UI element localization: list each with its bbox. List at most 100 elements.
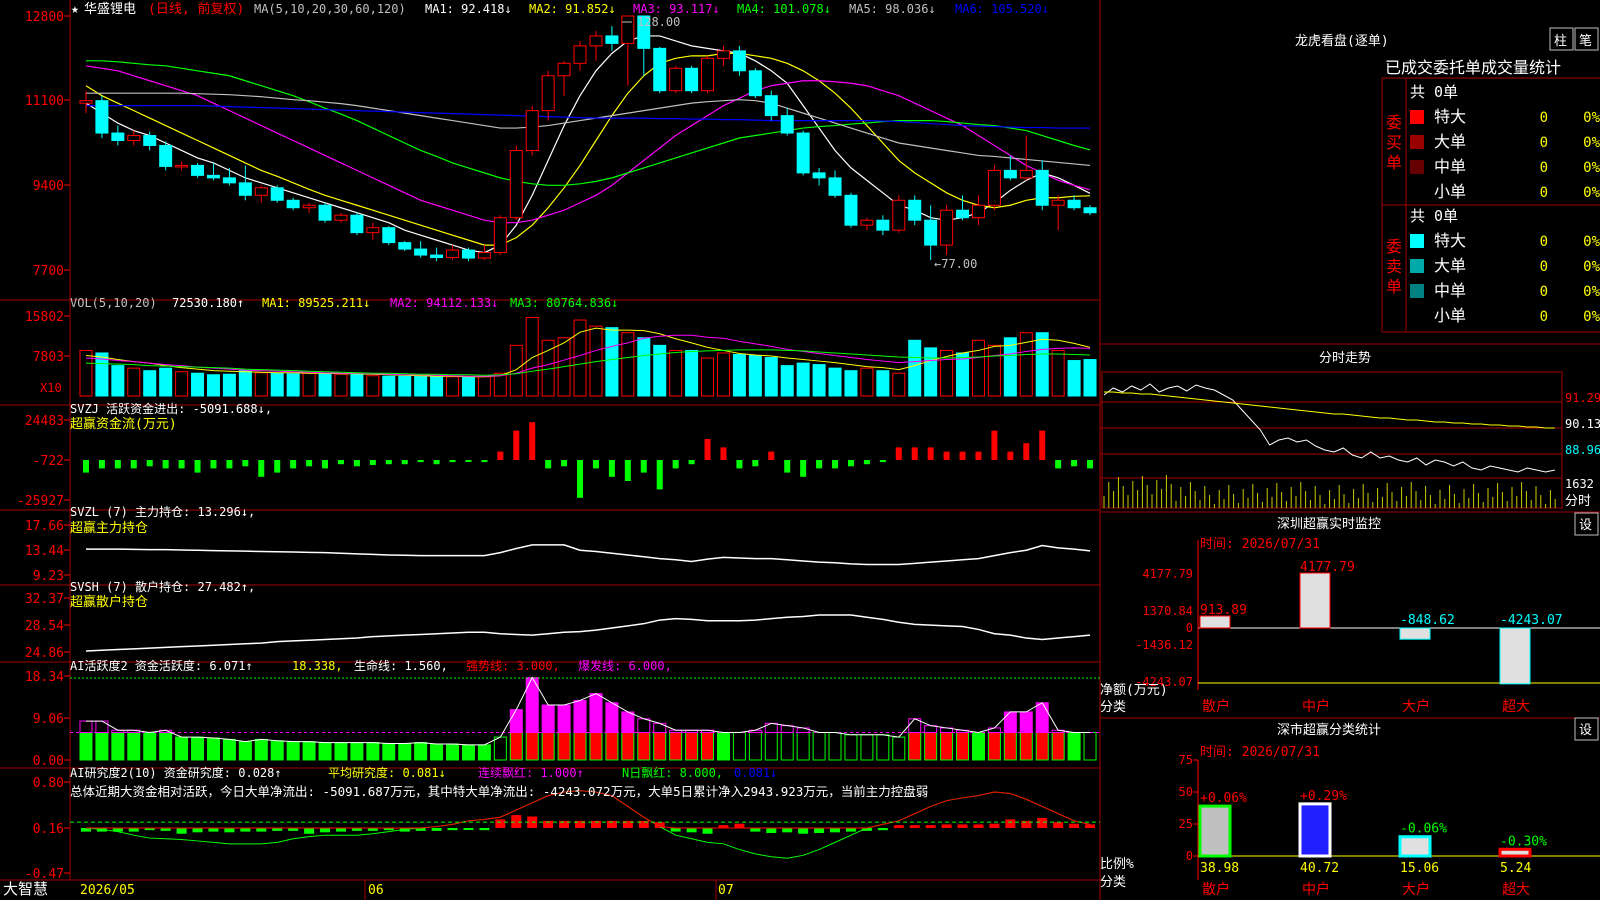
- activity-bar[interactable]: [828, 732, 842, 761]
- realtime-bar[interactable]: [1399, 627, 1431, 640]
- candle-body[interactable]: [191, 164, 205, 176]
- volume-bar[interactable]: [493, 372, 507, 397]
- flow-bar[interactable]: [98, 460, 105, 469]
- research-bar[interactable]: [798, 828, 809, 834]
- research-bar[interactable]: [511, 815, 522, 828]
- candle-body[interactable]: [701, 57, 715, 92]
- candle-body[interactable]: [748, 70, 762, 97]
- activity-bar[interactable]: [541, 732, 555, 761]
- research-bar[interactable]: [957, 824, 968, 828]
- volume-bar[interactable]: [669, 349, 683, 397]
- flow-bar[interactable]: [369, 460, 376, 466]
- volume-bar[interactable]: [1051, 349, 1065, 397]
- volume-bar[interactable]: [206, 374, 220, 397]
- volume-bar[interactable]: [796, 362, 810, 397]
- flow-bar[interactable]: [832, 460, 839, 469]
- flow-bar[interactable]: [704, 439, 711, 460]
- candle-body[interactable]: [908, 199, 922, 221]
- flow-bar[interactable]: [385, 460, 392, 465]
- flow-bar[interactable]: [943, 451, 950, 460]
- flow-bar[interactable]: [577, 460, 584, 498]
- candle-body[interactable]: [175, 164, 189, 168]
- volume-bar[interactable]: [748, 354, 762, 397]
- volume-bar[interactable]: [366, 375, 380, 397]
- volume-bar[interactable]: [461, 376, 475, 397]
- candle-body[interactable]: [382, 227, 396, 244]
- activity-bar[interactable]: [79, 732, 93, 761]
- candle-body[interactable]: [956, 209, 970, 219]
- candle-body[interactable]: [780, 115, 794, 134]
- flow-bar[interactable]: [306, 460, 313, 467]
- activity-bar[interactable]: [940, 732, 954, 761]
- activity-bar[interactable]: [1051, 732, 1065, 761]
- flow-bar[interactable]: [465, 460, 472, 462]
- activity-bar[interactable]: [844, 734, 858, 761]
- flow-bar[interactable]: [863, 460, 870, 465]
- activity-bar[interactable]: [1035, 732, 1049, 761]
- candle-body[interactable]: [796, 132, 810, 174]
- research-bar[interactable]: [256, 828, 267, 832]
- flow-bar[interactable]: [82, 460, 89, 473]
- research-bar[interactable]: [814, 828, 825, 834]
- research-bar[interactable]: [463, 828, 474, 830]
- flow-bar[interactable]: [656, 460, 663, 490]
- activity-bar[interactable]: [1003, 732, 1017, 761]
- research-bar[interactable]: [335, 828, 346, 832]
- activity-bar[interactable]: [191, 736, 205, 761]
- candle-body[interactable]: [143, 135, 157, 146]
- flow-bar[interactable]: [1007, 451, 1014, 460]
- candle-body[interactable]: [414, 248, 428, 256]
- activity-bar-top[interactable]: [637, 718, 651, 734]
- flow-bar[interactable]: [529, 422, 536, 460]
- research-bar[interactable]: [670, 828, 681, 832]
- activity-bar-top[interactable]: [1035, 702, 1049, 734]
- volume-bar[interactable]: [143, 370, 157, 397]
- volume-bar[interactable]: [621, 332, 635, 397]
- candle-body[interactable]: [222, 177, 236, 184]
- flow-bar[interactable]: [210, 460, 217, 469]
- flow-bar[interactable]: [688, 460, 695, 465]
- candle-body[interactable]: [589, 35, 603, 47]
- activity-bar-top[interactable]: [541, 704, 555, 734]
- activity-bar[interactable]: [637, 732, 651, 761]
- activity-bar-top[interactable]: [621, 711, 635, 734]
- activity-bar[interactable]: [621, 732, 635, 761]
- flow-bar[interactable]: [561, 460, 568, 467]
- activity-bar[interactable]: [780, 732, 794, 761]
- flow-bar[interactable]: [624, 460, 631, 481]
- activity-bar[interactable]: [573, 732, 587, 761]
- candle-body[interactable]: [446, 249, 460, 259]
- flow-bar[interactable]: [417, 460, 424, 463]
- volume-bar[interactable]: [764, 357, 778, 397]
- flow-bar[interactable]: [672, 460, 679, 469]
- activity-bar[interactable]: [175, 736, 189, 761]
- category-bar[interactable]: [1398, 835, 1432, 858]
- volume-bar[interactable]: [382, 375, 396, 397]
- activity-bar[interactable]: [446, 743, 460, 761]
- candle-body[interactable]: [892, 199, 906, 231]
- flow-bar[interactable]: [911, 447, 918, 460]
- activity-bar[interactable]: [956, 732, 970, 761]
- activity-bar[interactable]: [382, 743, 396, 761]
- flow-bar[interactable]: [433, 460, 440, 465]
- flow-bar[interactable]: [640, 460, 647, 473]
- activity-bar-top[interactable]: [79, 720, 93, 734]
- candle-body[interactable]: [159, 144, 173, 167]
- candle-body[interactable]: [669, 67, 683, 92]
- activity-bar[interactable]: [477, 744, 491, 761]
- volume-bar[interactable]: [254, 372, 268, 397]
- activity-bar[interactable]: [987, 732, 1001, 761]
- research-bar[interactable]: [782, 828, 793, 833]
- candle-body[interactable]: [509, 149, 523, 219]
- research-bar[interactable]: [431, 828, 442, 831]
- flow-bar[interactable]: [449, 460, 456, 463]
- activity-bar[interactable]: [461, 744, 475, 761]
- activity-bar[interactable]: [685, 732, 699, 761]
- flow-bar[interactable]: [1039, 430, 1046, 460]
- candle-body[interactable]: [812, 172, 826, 179]
- flow-bar[interactable]: [242, 460, 249, 467]
- volume-bar[interactable]: [318, 373, 332, 397]
- flow-bar[interactable]: [226, 460, 233, 469]
- volume-bar[interactable]: [175, 371, 189, 397]
- volume-bar[interactable]: [286, 373, 300, 397]
